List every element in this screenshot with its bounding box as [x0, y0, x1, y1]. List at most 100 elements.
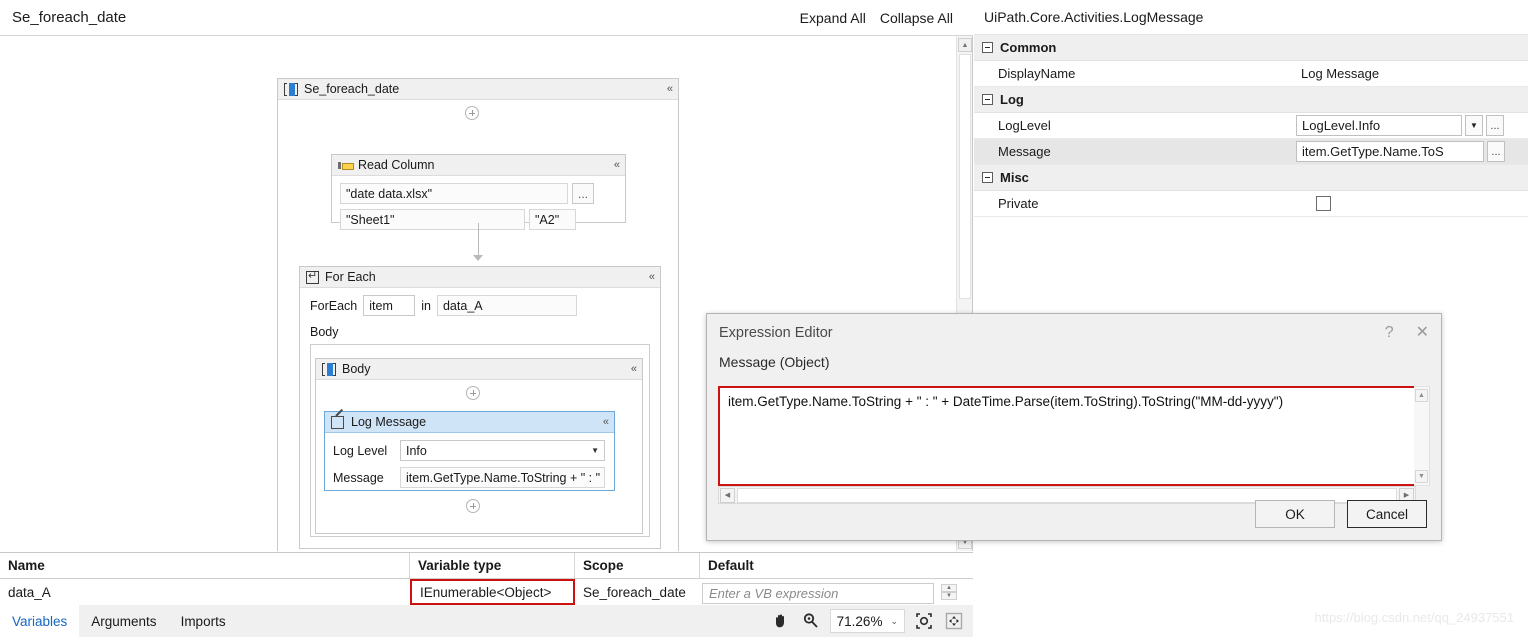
- property-group-label: Common: [1000, 40, 1057, 55]
- column-header-default[interactable]: Default: [700, 553, 957, 578]
- chevron-down-icon[interactable]: ⌄: [890, 616, 898, 627]
- designer-header-links: Expand All Collapse All: [800, 10, 961, 26]
- chevron-down-icon[interactable]: ▼: [591, 446, 599, 455]
- variable-type-cell[interactable]: IEnumerable<Object>: [410, 579, 575, 605]
- scroll-left-icon[interactable]: ◀: [720, 487, 735, 503]
- dialog-window-buttons: ? ✕: [1385, 325, 1429, 341]
- collapse-group-icon[interactable]: [982, 94, 993, 105]
- property-value-container: Log Message: [1296, 63, 1528, 84]
- property-group-log[interactable]: Log: [974, 87, 1528, 113]
- property-row-message[interactable]: Message item.GetType.Name.ToS ...: [974, 139, 1528, 165]
- property-label: Private: [998, 196, 1039, 211]
- designer-header-bar: Se_foreach_date Expand All Collapse All: [0, 0, 973, 36]
- hand-icon[interactable]: [770, 610, 792, 632]
- tab-arguments[interactable]: Arguments: [79, 605, 168, 637]
- body-sequence-header[interactable]: Body «: [316, 359, 642, 380]
- browse-workbook-button[interactable]: ...: [572, 183, 594, 204]
- collapse-chevron-icon[interactable]: «: [631, 363, 637, 375]
- fit-to-screen-icon[interactable]: [913, 610, 935, 632]
- column-header-name[interactable]: Name: [0, 553, 410, 578]
- add-activity-plus-top[interactable]: [465, 106, 479, 120]
- message-field[interactable]: item.GetType.Name.ToString + " : " + D: [400, 467, 605, 488]
- message-ellipsis-button[interactable]: ...: [1487, 141, 1505, 162]
- for-each-collection-field[interactable]: data_A: [436, 295, 577, 316]
- help-icon[interactable]: ?: [1385, 325, 1394, 341]
- column-header-scope[interactable]: Scope: [575, 553, 700, 578]
- expand-all-link[interactable]: Expand All: [800, 10, 866, 26]
- log-message-header[interactable]: Log Message «: [325, 412, 614, 433]
- property-row-private[interactable]: Private: [974, 191, 1528, 217]
- log-level-label: Log Level: [333, 443, 388, 458]
- for-each-label: ForEach: [310, 298, 358, 313]
- activity-read-column[interactable]: Read Column « "date data.xlsx" ... "Shee…: [331, 154, 626, 230]
- scrollbar-thumb[interactable]: [959, 54, 971, 299]
- collapse-chevron-icon[interactable]: «: [614, 159, 620, 171]
- expression-vertical-scrollbar[interactable]: ▲ ▼: [1414, 386, 1430, 486]
- magnifier-icon[interactable]: [800, 610, 822, 632]
- connector-arrow-icon: [473, 255, 483, 261]
- loglevel-ellipsis-button[interactable]: ...: [1486, 115, 1504, 136]
- add-activity-plus-after-log[interactable]: [466, 499, 480, 513]
- sheet-name-field[interactable]: "Sheet1": [340, 209, 525, 230]
- sequence-header[interactable]: Se_foreach_date «: [278, 79, 678, 100]
- variable-default-input[interactable]: Enter a VB expression: [702, 582, 934, 604]
- read-column-header[interactable]: Read Column «: [332, 155, 625, 176]
- overview-icon[interactable]: [943, 610, 965, 632]
- spin-up-icon[interactable]: ▲: [941, 584, 957, 592]
- scroll-up-icon[interactable]: ▲: [1415, 389, 1428, 402]
- dialog-title-bar[interactable]: Expression Editor ? ✕: [707, 314, 1441, 352]
- activity-log-message[interactable]: Log Message « Log Level Info ▼ Message i…: [324, 411, 615, 491]
- zoom-level-value: 71.26%: [836, 613, 883, 629]
- variable-default-cell[interactable]: Enter a VB expression ▲ ▼: [700, 579, 957, 605]
- add-activity-plus-before-log[interactable]: [466, 386, 480, 400]
- for-each-item-field[interactable]: item: [363, 295, 416, 316]
- column-header-variable-type[interactable]: Variable type: [410, 553, 575, 578]
- for-each-body: ForEach item in data_A Body Body « Log M…: [300, 288, 660, 544]
- message-expression-input[interactable]: item.GetType.Name.ToS: [1296, 141, 1484, 162]
- displayname-input[interactable]: Log Message: [1296, 63, 1514, 84]
- scroll-up-icon[interactable]: ▲: [958, 38, 972, 52]
- zoom-level-selector[interactable]: 71.26% ⌄: [829, 609, 905, 633]
- expression-editor-dialog[interactable]: Expression Editor ? ✕ Message (Object) i…: [706, 313, 1442, 541]
- cancel-button[interactable]: Cancel: [1347, 500, 1427, 528]
- workbook-path-field[interactable]: "date data.xlsx": [340, 183, 568, 204]
- activity-for-each[interactable]: For Each « ForEach item in data_A Body: [299, 266, 661, 549]
- spin-down-icon[interactable]: ▼: [941, 592, 957, 600]
- collapse-all-link[interactable]: Collapse All: [880, 10, 953, 26]
- body-sequence-body: Log Message « Log Level Info ▼ Message i…: [316, 380, 642, 533]
- loglevel-input[interactable]: LogLevel.Info: [1296, 115, 1462, 136]
- activity-sequence-se-foreach-date[interactable]: Se_foreach_date « Read Column « "date da…: [277, 78, 679, 551]
- property-group-common[interactable]: Common: [974, 35, 1528, 61]
- property-label: LogLevel: [998, 118, 1051, 133]
- activity-body-sequence[interactable]: Body « Log Message « Log Level Info ▼ Me…: [315, 358, 643, 534]
- tab-imports[interactable]: Imports: [169, 605, 238, 637]
- ok-button[interactable]: OK: [1255, 500, 1335, 528]
- chevron-down-icon[interactable]: ▼: [1465, 115, 1483, 136]
- collapse-chevron-icon[interactable]: «: [649, 271, 655, 283]
- variables-row-spinner[interactable]: ▲ ▼: [941, 584, 957, 600]
- log-message-body: Log Level Info ▼ Message item.GetType.Na…: [325, 433, 614, 495]
- property-row-loglevel[interactable]: LogLevel LogLevel.Info ▼ ...: [974, 113, 1528, 139]
- variable-name-cell[interactable]: data_A: [0, 579, 410, 605]
- range-field[interactable]: "A2": [529, 209, 576, 230]
- close-icon[interactable]: ✕: [1416, 325, 1429, 341]
- property-row-displayname[interactable]: DisplayName Log Message: [974, 61, 1528, 87]
- table-row[interactable]: data_A IEnumerable<Object> Se_foreach_da…: [0, 579, 973, 606]
- read-column-icon: [338, 160, 354, 171]
- expression-textarea[interactable]: item.GetType.Name.ToString + " : " + Dat…: [718, 386, 1416, 486]
- property-group-misc[interactable]: Misc: [974, 165, 1528, 191]
- property-value-container: LogLevel.Info ▼ ...: [1296, 115, 1528, 136]
- breadcrumb[interactable]: Se_foreach_date: [12, 9, 126, 26]
- collapse-group-icon[interactable]: [982, 42, 993, 53]
- tab-variables[interactable]: Variables: [0, 605, 80, 637]
- collapse-chevron-icon[interactable]: «: [667, 83, 673, 95]
- for-each-header[interactable]: For Each «: [300, 267, 660, 288]
- log-message-icon: [331, 416, 345, 429]
- for-each-body-container[interactable]: Body « Log Message « Log Level Info ▼ Me…: [310, 344, 650, 537]
- private-checkbox[interactable]: [1316, 196, 1331, 211]
- scroll-down-icon[interactable]: ▼: [1415, 470, 1428, 483]
- variable-scope-cell[interactable]: Se_foreach_date: [575, 579, 700, 605]
- collapse-chevron-icon[interactable]: «: [603, 416, 609, 428]
- log-level-combo[interactable]: Info ▼: [400, 440, 605, 461]
- collapse-group-icon[interactable]: [982, 172, 993, 183]
